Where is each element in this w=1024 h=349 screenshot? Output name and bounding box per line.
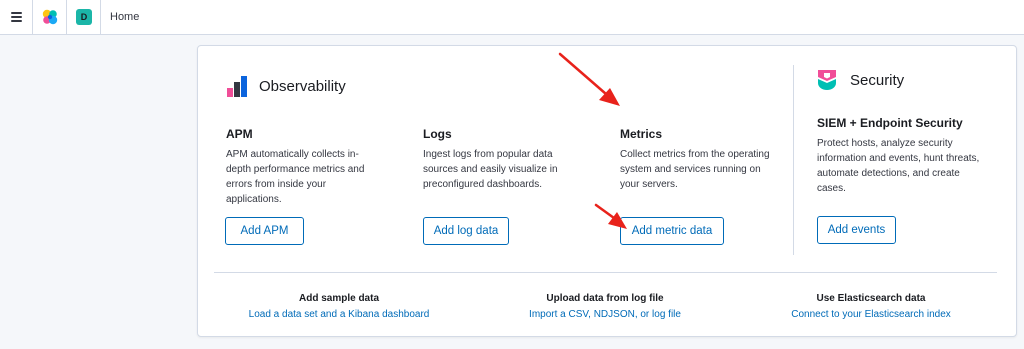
add-metric-data-button[interactable]: Add metric data: [620, 217, 724, 245]
footer-title: Upload data from log file: [546, 293, 664, 304]
add-log-data-button[interactable]: Add log data: [423, 217, 509, 245]
sample-data-link[interactable]: Load a data set and a Kibana dashboard: [219, 309, 459, 320]
apm-title: APM: [226, 127, 253, 141]
top-header: D Home: [0, 0, 1024, 35]
home-logo-button[interactable]: [33, 0, 67, 34]
siem-description: Protect hosts, analyze security informat…: [817, 138, 980, 194]
kibana-logo-icon: [42, 9, 58, 25]
footer-upload-file: Upload data from log file Import a CSV, …: [485, 293, 725, 320]
apm-description: APM automatically collects in- depth per…: [226, 149, 365, 205]
metrics-title: Metrics: [620, 127, 663, 141]
footer-title: Add sample data: [298, 293, 380, 304]
observability-icon: [227, 76, 247, 97]
metrics-description: Collect metrics from the operating syste…: [620, 149, 770, 190]
elasticsearch-index-link[interactable]: Connect to your Elasticsearch index: [751, 309, 991, 320]
siem-title: SIEM + Endpoint Security: [817, 116, 963, 130]
hamburger-icon: [11, 12, 22, 24]
observability-title: Observability: [259, 78, 346, 95]
space-selector[interactable]: D: [67, 0, 101, 34]
security-title: Security: [850, 72, 905, 89]
logs-title: Logs: [423, 127, 452, 141]
footer-elasticsearch: Use Elasticsearch data Connect to your E…: [751, 293, 991, 320]
footer-divider: [214, 272, 997, 273]
upload-file-link[interactable]: Import a CSV, NDJSON, or log file: [485, 309, 725, 320]
security-icon: [818, 70, 836, 90]
footer-sample-data: Add sample data Load a data set and a Ki…: [219, 293, 459, 320]
menu-button[interactable]: [0, 0, 33, 34]
footer-title: Use Elasticsearch data: [816, 293, 926, 304]
section-divider: [793, 65, 794, 255]
add-apm-button[interactable]: Add APM: [225, 217, 304, 245]
add-events-button[interactable]: Add events: [817, 216, 896, 244]
space-avatar: D: [76, 9, 92, 25]
breadcrumb: Home: [110, 11, 140, 23]
logs-description: Ingest logs from popular data sources an…: [423, 149, 558, 190]
